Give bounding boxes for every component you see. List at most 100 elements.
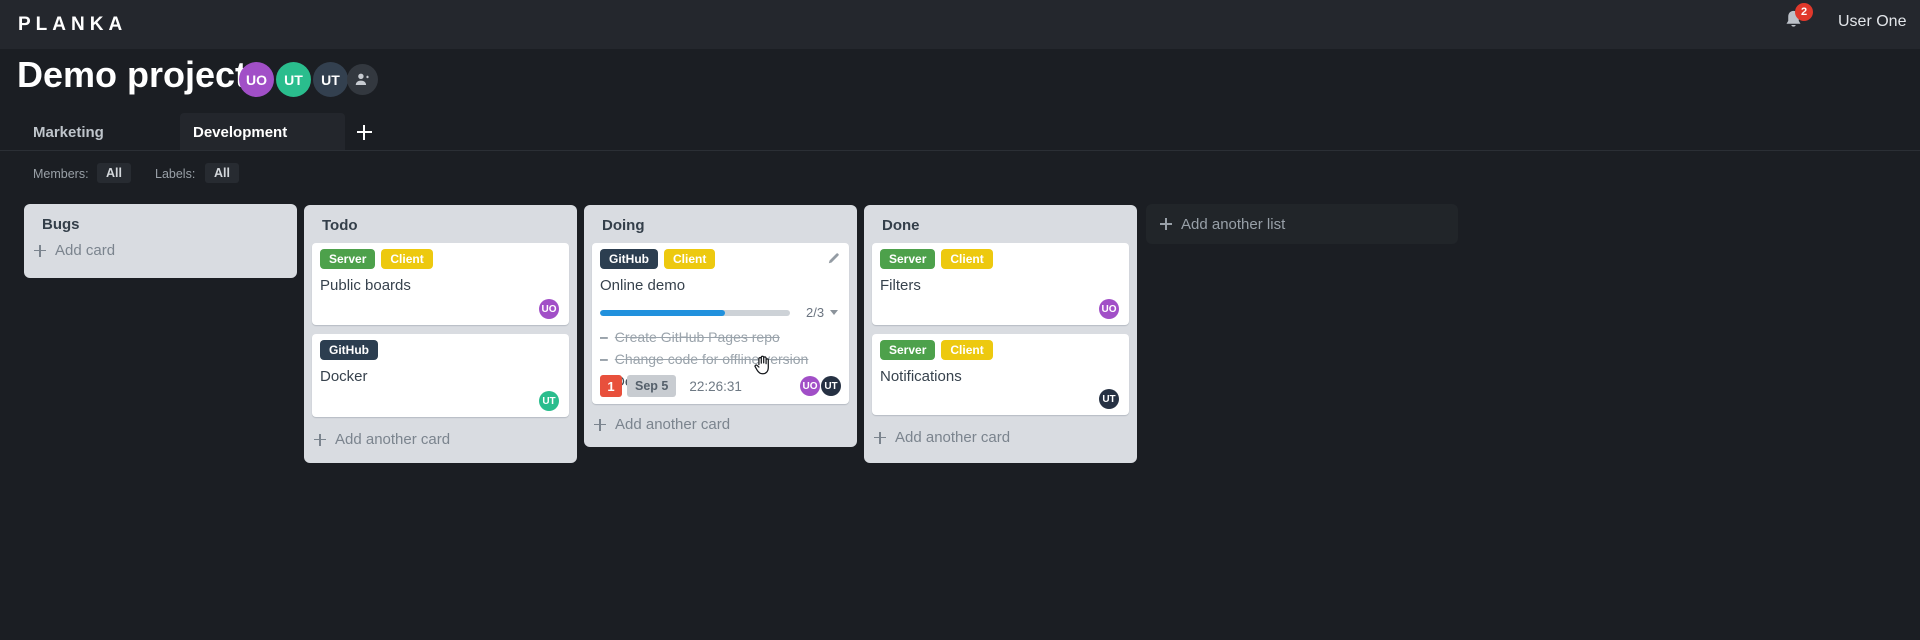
label-chips: GitHub Client — [600, 249, 841, 269]
task-text: Create GitHub Pages repo — [614, 329, 780, 345]
list-title[interactable]: Bugs — [42, 216, 80, 233]
notification-count-badge: 2 — [1795, 3, 1813, 21]
list-header: Done — [864, 205, 1137, 243]
label-chips: GitHub — [320, 340, 561, 360]
add-card-label: Add another card — [895, 429, 1011, 446]
add-another-card-button[interactable]: Add another card — [584, 416, 857, 433]
label-chip: Server — [880, 249, 936, 269]
card-title: Filters — [880, 277, 921, 294]
members-filter-value[interactable]: All — [97, 163, 131, 183]
card-notifications[interactable]: Server Client Notifications UT — [872, 334, 1129, 415]
label-chip: Server — [320, 249, 376, 269]
cards-container: Server Client Public boards UO GitHub Do… — [304, 243, 577, 417]
list-doing: Doing GitHub Client Online demo 2/3 – Cr… — [584, 205, 857, 447]
page-title[interactable]: Demo project — [17, 54, 247, 96]
tabs-divider — [0, 150, 1920, 151]
avatar: UT — [821, 376, 841, 396]
plus-icon — [594, 418, 606, 431]
list-done: Done Server Client Filters UO Server Cli… — [864, 205, 1137, 463]
task-item: – Create GitHub Pages repo — [600, 329, 780, 345]
progress-bar — [600, 309, 790, 316]
cards-container: Server Client Filters UO Server Client N… — [864, 243, 1137, 415]
task-text: Change code for offline version — [614, 351, 809, 367]
add-member-button[interactable] — [347, 64, 378, 95]
edit-card-button[interactable] — [826, 251, 841, 266]
avatar: UO — [539, 299, 559, 319]
user-menu[interactable]: User One — [1838, 13, 1906, 31]
plus-icon — [356, 124, 372, 140]
task-item: – Change code for offline version — [600, 351, 809, 367]
card-title: Notifications — [880, 368, 962, 385]
members-filter-label: Members: — [33, 167, 89, 181]
list-title[interactable]: Todo — [322, 217, 358, 234]
tab-label: Marketing — [33, 123, 104, 141]
label-chip: Client — [381, 249, 433, 269]
add-another-card-button[interactable]: Add another card — [304, 431, 577, 448]
cards-container: GitHub Client Online demo 2/3 – Create Gi… — [584, 243, 857, 404]
progress-count: 2/3 — [806, 305, 825, 320]
avatar[interactable]: UT — [313, 62, 348, 97]
avatar: UT — [539, 391, 559, 411]
tab-label: Development — [193, 123, 288, 141]
pencil-icon — [826, 251, 841, 266]
labels-filter-value[interactable]: All — [205, 163, 239, 183]
tab-development[interactable]: Development — [180, 113, 345, 151]
stopwatch-value[interactable]: 22:26:31 — [689, 379, 742, 394]
card-filters[interactable]: Server Client Filters UO — [872, 243, 1129, 325]
list-title[interactable]: Done — [882, 217, 920, 234]
label-chips: Server Client — [320, 249, 561, 269]
list-bugs: Bugs Add card — [24, 204, 297, 278]
notifications-button[interactable]: 2 — [1782, 3, 1816, 42]
plus-icon — [1160, 218, 1172, 230]
add-card-button[interactable]: Add card — [24, 242, 297, 259]
list-header: Bugs — [24, 204, 297, 242]
plus-icon — [34, 244, 46, 257]
tab-marketing[interactable]: Marketing — [20, 113, 180, 151]
add-another-card-button[interactable]: Add another card — [864, 429, 1137, 446]
label-chip: GitHub — [320, 340, 378, 360]
avatar: UO — [800, 376, 820, 396]
list-title[interactable]: Doing — [602, 217, 645, 234]
add-list-label: Add another list — [1181, 215, 1286, 233]
label-chip: GitHub — [600, 249, 658, 269]
list-todo: Todo Server Client Public boards UO GitH… — [304, 205, 577, 463]
card-title: Online demo — [600, 277, 686, 294]
card-online-demo[interactable]: GitHub Client Online demo 2/3 – Create Gi… — [592, 243, 849, 404]
add-card-label: Add another card — [335, 431, 451, 448]
card-docker[interactable]: GitHub Docker UT — [312, 334, 569, 417]
label-chip: Client — [941, 249, 993, 269]
add-another-list-button[interactable]: Add another list — [1146, 204, 1458, 244]
avatar: UO — [1099, 299, 1119, 319]
card-members: UO UT — [800, 376, 841, 396]
card-title: Docker — [320, 368, 368, 385]
list-header: Todo — [304, 205, 577, 243]
add-card-label: Add card — [55, 242, 116, 259]
avatar[interactable]: UT — [276, 62, 311, 97]
labels-filter-label: Labels: — [155, 167, 196, 181]
plus-icon — [314, 433, 326, 446]
label-chips: Server Client — [880, 249, 1121, 269]
app-logo[interactable]: PLANKA — [18, 14, 127, 36]
label-chip: Client — [941, 340, 993, 360]
project-members: UO UT UT — [239, 62, 348, 97]
tasks-progress: 2/3 — [600, 305, 841, 320]
add-card-label: Add another card — [615, 416, 731, 433]
add-board-button[interactable] — [349, 117, 379, 147]
avatar: UT — [1099, 389, 1119, 409]
avatar[interactable]: UO — [239, 62, 274, 97]
plus-icon — [874, 431, 886, 444]
planka-app: PLANKA 2 User One Demo project UO UT UT — [0, 0, 1920, 640]
label-chip: Server — [880, 340, 936, 360]
user-plus-icon — [353, 70, 372, 89]
label-chip: Client — [664, 249, 716, 269]
card-title: Public boards — [320, 277, 411, 294]
list-header: Doing — [584, 205, 857, 243]
card-notification-badge: 1 — [600, 375, 622, 397]
label-chips: Server Client — [880, 340, 1121, 360]
progress-fill — [600, 309, 726, 316]
card-footer: 1 Sep 5 22:26:31 UO UT — [600, 375, 841, 397]
app-header-bar: PLANKA 2 User One — [0, 0, 1920, 49]
card-public-boards[interactable]: Server Client Public boards UO — [312, 243, 569, 325]
due-date-badge[interactable]: Sep 5 — [627, 375, 677, 397]
chevron-down-icon[interactable] — [830, 310, 839, 315]
